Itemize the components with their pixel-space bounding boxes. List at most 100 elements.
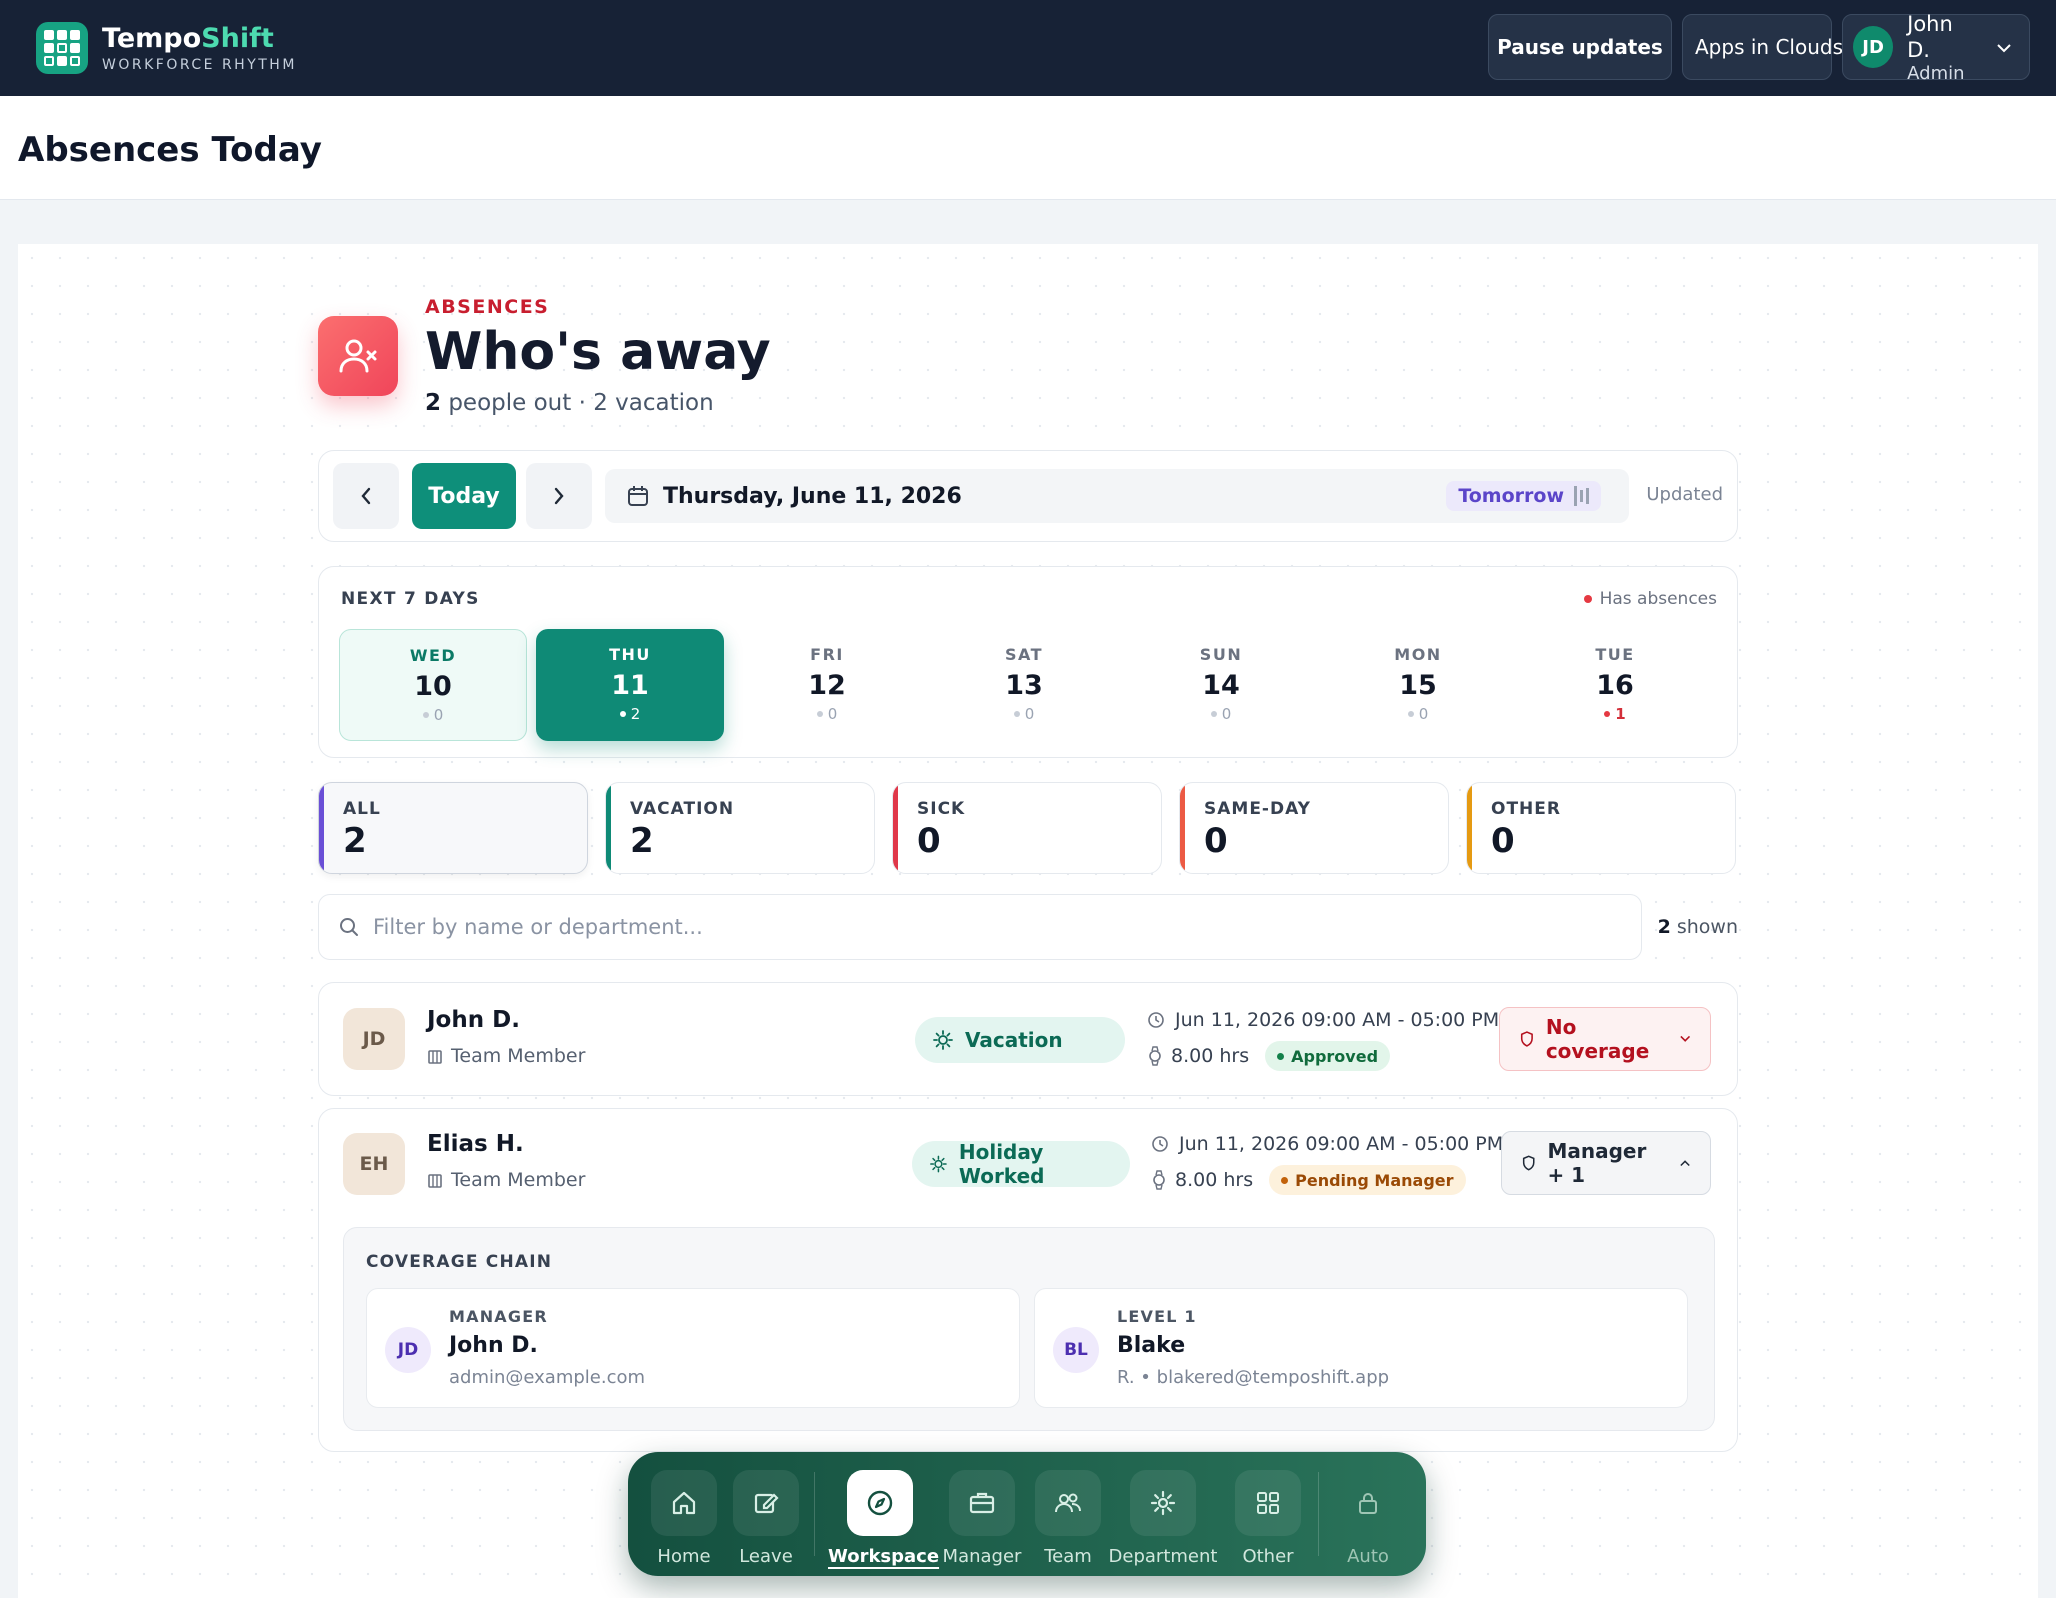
absence-type-badge: Holiday Worked <box>912 1140 1130 1188</box>
chevron-right-icon <box>554 487 564 505</box>
person-name: John D. <box>427 1007 520 1033</box>
stat-vacation[interactable]: VACATION 2 <box>605 782 875 874</box>
pause-updates-button[interactable]: Pause updates <box>1488 14 1672 80</box>
next-day-button[interactable] <box>526 463 592 529</box>
bottom-dock: Home Leave Workspace Manager Team Depart… <box>628 1452 1426 1576</box>
coverage-chain: COVERAGE CHAIN JD MANAGER John D. admin@… <box>343 1227 1715 1431</box>
day-sat-13[interactable]: SAT 13 0 <box>930 629 1118 741</box>
dock-auto[interactable]: Auto <box>1328 1470 1408 1567</box>
org-select-label: Apps in Clouds <box>1695 35 1843 59</box>
date-navigator: Today Thursday, June 11, 2026 Tomorrow U… <box>318 450 1738 542</box>
building-icon <box>428 1050 442 1064</box>
watch-icon <box>1153 1170 1165 1190</box>
compass-icon <box>847 1470 913 1536</box>
absence-row[interactable]: JD John D. Team Member Vacation Jun 11, … <box>318 982 1738 1096</box>
main-panel: ABSENCES Who's away 2 people out · 2 vac… <box>18 244 2038 1598</box>
clock-icon <box>1152 1136 1168 1152</box>
absence-type-badge: Vacation <box>915 1017 1125 1063</box>
gear-icon <box>1130 1470 1196 1536</box>
selected-date: Thursday, June 11, 2026 <box>663 483 962 509</box>
stat-same-day[interactable]: SAME-DAY 0 <box>1179 782 1449 874</box>
app-logo-icon[interactable] <box>36 22 88 74</box>
stat-other[interactable]: OTHER 0 <box>1466 782 1736 874</box>
absence-time: Jun 11, 2026 09:00 AM - 05:00 PM <box>1151 1133 1503 1155</box>
search-icon <box>340 918 358 936</box>
coverage-person-level-1: BL LEVEL 1 Blake R. • blakered@temposhif… <box>1034 1288 1688 1408</box>
dock-team[interactable]: Team <box>1028 1470 1108 1567</box>
brand: TempoShift WORKFORCE RHYTHM <box>102 23 297 73</box>
tomorrow-chip[interactable]: Tomorrow <box>1446 481 1601 511</box>
avatar: JD <box>343 1008 405 1070</box>
coverage-email: R. • blakered@temposhift.app <box>1117 1367 1390 1388</box>
shield-icon <box>1520 1031 1533 1047</box>
user-menu-button[interactable]: JD John D. Admin <box>1842 11 2030 84</box>
coverage-dropdown[interactable]: No coverage <box>1499 1007 1711 1071</box>
sun-icon <box>930 1155 947 1173</box>
dock-leave[interactable]: Leave <box>726 1470 806 1567</box>
day-tue-16[interactable]: TUE 16 1 <box>1521 629 1709 741</box>
person-role: Team Member <box>427 1045 585 1067</box>
stat-sick[interactable]: SICK 0 <box>892 782 1162 874</box>
chevron-down-icon <box>1679 1035 1690 1042</box>
day-sun-14[interactable]: SUN 14 0 <box>1127 629 1315 741</box>
clock-icon <box>1148 1012 1164 1028</box>
calendar-icon <box>628 486 648 506</box>
week-strip: NEXT 7 DAYS Has absences WED 10 0 THU 11 2… <box>318 566 1738 758</box>
absence-time: Jun 11, 2026 09:00 AM - 05:00 PM <box>1147 1009 1499 1031</box>
dock-home[interactable]: Home <box>644 1470 724 1567</box>
coverage-email: admin@example.com <box>449 1367 646 1388</box>
today-button[interactable]: Today <box>412 463 516 529</box>
day-mon-15[interactable]: MON 15 0 <box>1324 629 1512 741</box>
shield-icon <box>1522 1155 1535 1171</box>
avatar: JD <box>1853 26 1894 68</box>
day-wed-10[interactable]: WED 10 0 <box>339 629 527 741</box>
shown-count: 2 shown <box>1657 916 1738 938</box>
chevron-up-icon <box>1680 1160 1690 1167</box>
coverage-dropdown[interactable]: Manager + 1 <box>1501 1131 1711 1195</box>
filter-bar <box>318 894 1642 960</box>
absence-row[interactable]: EH Elias H. Team Member Holiday Worked J… <box>318 1108 1738 1452</box>
coverage-level: LEVEL 1 <box>1117 1307 1197 1326</box>
org-select[interactable]: Apps in Clouds <box>1682 14 1869 80</box>
dock-other[interactable]: Other <box>1228 1470 1308 1567</box>
chevron-down-icon <box>1997 38 2011 57</box>
page-title: Absences Today <box>18 130 322 170</box>
app-tagline: WORKFORCE RHYTHM <box>102 57 297 73</box>
user-x-icon <box>318 316 398 396</box>
person-role: Team Member <box>427 1169 585 1191</box>
page-header: Absences Today <box>0 96 2056 200</box>
watch-icon <box>1149 1046 1161 1066</box>
person-name: Elias H. <box>427 1131 524 1157</box>
dock-workspace[interactable]: Workspace <box>828 1470 939 1567</box>
hero-title: Who's away <box>425 322 771 382</box>
dock-department[interactable]: Department <box>1108 1470 1218 1567</box>
avatar: BL <box>1053 1327 1099 1373</box>
date-picker-field[interactable]: Thursday, June 11, 2026 Tomorrow <box>605 469 1629 523</box>
coverage-chain-title: COVERAGE CHAIN <box>366 1252 553 1272</box>
coverage-name: John D. <box>449 1333 538 1358</box>
prev-day-button[interactable] <box>333 463 399 529</box>
dock-manager[interactable]: Manager <box>942 1470 1022 1567</box>
avatar: JD <box>385 1327 431 1373</box>
status-badge: Pending Manager <box>1269 1165 1466 1195</box>
user-name: John D. <box>1907 11 1953 62</box>
section-eyebrow: ABSENCES <box>425 296 550 318</box>
sun-icon <box>933 1030 953 1050</box>
coverage-level: MANAGER <box>449 1307 548 1326</box>
stat-all[interactable]: ALL 2 <box>318 782 588 874</box>
absence-hours: 8.00 hrs Pending Manager <box>1151 1165 1466 1195</box>
coverage-person-manager: JD MANAGER John D. admin@example.com <box>366 1288 1020 1408</box>
absence-legend: Has absences <box>1583 589 1717 609</box>
user-role: Admin <box>1907 62 1965 84</box>
day-thu-11[interactable]: THU 11 2 <box>536 629 724 741</box>
hero-summary: 2 people out · 2 vacation <box>425 390 714 416</box>
users-icon <box>1035 1470 1101 1536</box>
day-fri-12[interactable]: FRI 12 0 <box>733 629 921 741</box>
filter-input[interactable] <box>373 915 1573 939</box>
grid-icon <box>1235 1470 1301 1536</box>
status-badge: Approved <box>1265 1041 1391 1071</box>
top-bar: TempoShift WORKFORCE RHYTHM Pause update… <box>0 0 2056 96</box>
lock-icon <box>1335 1470 1401 1536</box>
edit-icon <box>733 1470 799 1536</box>
avatar: EH <box>343 1133 405 1195</box>
